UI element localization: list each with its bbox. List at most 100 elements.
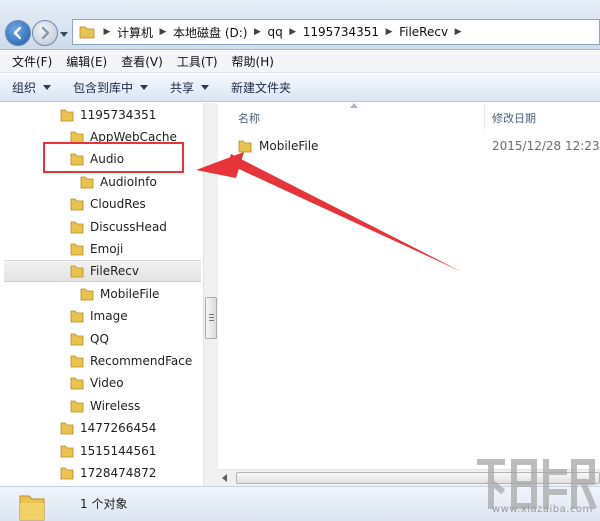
address-bar-area: ▶ 计算机 ▶ 本地磁盘 (D:) ▶ qq ▶ 1195734351 ▶ Fi… [0,0,600,50]
folder-icon [70,198,84,211]
folder-icon [60,445,74,458]
tree-item-image[interactable]: Image [0,305,203,327]
breadcrumb-label: 本地磁盘 (D:) [173,25,248,40]
tree-item-1195734351[interactable]: 1195734351 [0,104,203,126]
watermark-url: www.xiazaiba.com [492,504,593,515]
tree-item-1515144561[interactable]: 1515144561 [0,440,203,462]
scroll-left-icon[interactable] [221,474,229,482]
folder-icon [70,377,84,390]
back-button[interactable] [5,20,31,46]
tree-item-1477266454[interactable]: 1477266454 [0,417,203,439]
tree-item-label: AudioInfo [100,175,157,189]
breadcrumb-separator-icon[interactable]: ▶ [383,27,395,37]
tree-item-filerecv[interactable]: FileRecv [4,260,201,282]
breadcrumb-label: 1195734351 [302,25,380,39]
menu-file[interactable]: 文件(F) [5,53,59,70]
tree-item-cloudres[interactable]: CloudRes [0,193,203,215]
tree-item-label: RecommendFace [90,354,193,368]
tree-item-label: Wireless [90,399,141,413]
file-row[interactable]: MobileFile 2015/12/28 12:23 [238,136,600,156]
folder-icon [238,140,252,153]
arrow-right-icon [41,26,50,40]
organize-button[interactable]: 组织 [12,79,52,96]
tree-item-label: QQ [90,332,109,346]
navigation-scrollbar[interactable] [203,103,218,469]
tree-item-label: Image [90,309,128,323]
breadcrumb-separator-icon[interactable]: ▶ [452,27,464,37]
column-header-row: 名称 修改日期 [218,103,600,129]
tree-item-discusshead[interactable]: DiscussHead [0,216,203,238]
breadcrumb-label: qq [267,25,283,39]
file-list-pane[interactable]: 名称 修改日期 MobileFile 2015/12/28 12:23 [218,103,600,469]
menu-view[interactable]: 查看(V) [114,53,170,70]
menu-edit[interactable]: 编辑(E) [59,53,114,70]
tree-item-label: FileRecv [90,264,139,278]
tree-item-label: 1477266454 [80,421,157,435]
scrollbar-corner [203,469,218,486]
breadcrumb-filerecv[interactable]: FileRecv [395,20,452,44]
breadcrumb-label: 计算机 [117,25,154,40]
share-label: 共享 [170,81,195,95]
tree-item-emoji[interactable]: Emoji [0,238,203,260]
folder-icon [70,265,84,278]
folder-icon [60,467,74,480]
column-header-date-modified[interactable]: 修改日期 [492,110,536,126]
menu-help[interactable]: 帮助(H) [225,53,281,70]
recent-pages-dropdown-icon[interactable] [60,30,68,38]
include-in-library-label: 包含到库中 [73,81,134,95]
new-folder-label: 新建文件夹 [231,81,292,95]
organize-label: 组织 [12,81,37,95]
chevron-down-icon [43,84,52,90]
share-button[interactable]: 共享 [170,79,210,96]
tree-item-label: 1728474872 [80,466,157,480]
tree-item-1728474872[interactable]: 1728474872 [0,462,203,484]
breadcrumb-separator-icon[interactable]: ▶ [101,27,113,37]
tree-item-qq[interactable]: QQ [0,328,203,350]
chevron-down-icon [201,84,210,90]
breadcrumb-separator-icon[interactable]: ▶ [287,27,299,37]
tree-item-wireless[interactable]: Wireless [0,395,203,417]
forward-button[interactable] [32,20,58,46]
scrollbar-thumb[interactable] [205,297,217,339]
folder-icon [80,288,94,301]
tree-item-label: Video [90,376,124,390]
column-header-name[interactable]: 名称 [238,110,260,126]
chevron-down-icon [140,84,149,90]
sort-ascending-icon [350,103,358,108]
tree-item-label: 1195734351 [80,108,157,122]
column-divider[interactable] [484,103,485,129]
include-in-library-button[interactable]: 包含到库中 [73,79,149,96]
breadcrumb-account[interactable]: 1195734351 [299,20,383,44]
grip-line [209,320,214,321]
folder-icon [80,176,94,189]
annotation-highlight-box [43,142,184,173]
breadcrumb-computer[interactable]: 计算机 [113,20,157,44]
breadcrumb-qq[interactable]: qq [263,20,286,44]
arrow-left-icon [13,26,22,40]
folder-icon [70,355,84,368]
tree-item-audioinfo[interactable]: AudioInfo [0,171,203,193]
new-folder-button[interactable]: 新建文件夹 [231,79,291,96]
breadcrumb-separator-icon[interactable]: ▶ [251,27,263,37]
breadcrumb-separator-icon[interactable]: ▶ [157,27,169,37]
tree-item-mobilefile[interactable]: MobileFile [0,283,203,305]
folder-icon [70,221,84,234]
tree-item-recommendface[interactable]: RecommendFace [0,350,203,372]
tree-item-label: MobileFile [100,287,160,301]
breadcrumb-drive-d[interactable]: 本地磁盘 (D:) [169,20,251,44]
grip-line [209,317,214,318]
tree-item-label: Emoji [90,242,124,256]
tree-item-label: 1515144561 [80,444,157,458]
tree-item-label: DiscussHead [90,220,167,234]
folder-icon [70,400,84,413]
tree-item-label: CloudRes [90,197,146,211]
folder-icon [19,495,45,521]
folder-icon [70,333,84,346]
folder-icon [70,310,84,323]
menu-tools[interactable]: 工具(T) [170,53,225,70]
address-input[interactable]: ▶ 计算机 ▶ 本地磁盘 (D:) ▶ qq ▶ 1195734351 ▶ Fi… [72,19,600,45]
folder-icon [60,422,74,435]
breadcrumb-label: FileRecv [399,25,449,39]
tree-item-video[interactable]: Video [0,372,203,394]
grip-line [209,314,214,315]
